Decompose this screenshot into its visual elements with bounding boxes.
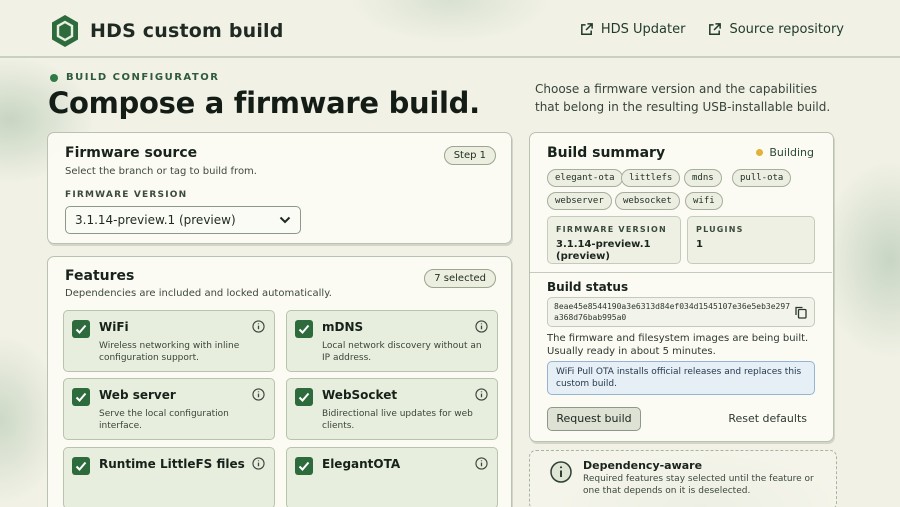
features-card: Features Dependencies are included and l…	[47, 256, 512, 507]
feature-description: Serve the local configuration interface.	[99, 409, 229, 431]
hds-updater-label: HDS Updater	[600, 22, 686, 37]
build-message: The firmware and filesystem images are b…	[547, 333, 809, 357]
firmware-source-subtitle: Select the branch or tag to build from.	[65, 166, 257, 177]
build-hash-value: 8eae45e8544190a3e6313d84ef034d1545107e36…	[554, 302, 791, 322]
page-title: Compose a firmware build.	[48, 86, 480, 120]
feature-elegant-ota[interactable]: ElegantOTA	[286, 447, 498, 507]
info-icon[interactable]	[475, 457, 488, 470]
feature-checkbox[interactable]	[295, 457, 313, 475]
build-summary-card: Build summary Building elegant-ota littl…	[529, 132, 834, 442]
feature-websocket[interactable]: WebSocket Bidirectional live updates for…	[286, 378, 498, 440]
feature-checkbox[interactable]	[295, 388, 313, 406]
feature-runtime-littlefs[interactable]: Runtime LittleFS files	[63, 447, 275, 507]
plugins-stat-value: 1	[696, 239, 703, 250]
features-title: Features	[65, 268, 135, 284]
info-icon[interactable]	[475, 320, 488, 333]
copy-icon[interactable]	[795, 306, 807, 319]
feature-name: ElegantOTA	[322, 457, 401, 471]
feature-checkbox[interactable]	[295, 320, 313, 338]
checkmark-icon	[298, 392, 310, 402]
external-link-icon	[580, 23, 593, 35]
feature-web-server[interactable]: Web server Serve the local configuration…	[63, 378, 275, 440]
eyebrow-label: BUILD CONFIGURATOR	[66, 72, 220, 83]
info-icon[interactable]	[252, 457, 265, 470]
feature-name: mDNS	[322, 320, 364, 334]
checkmark-icon	[298, 461, 310, 471]
app-title: HDS custom build	[90, 20, 284, 42]
feature-checkbox[interactable]	[72, 457, 90, 475]
firmware-version-select[interactable]: 3.1.14-preview.1 (preview)	[65, 206, 301, 234]
plugin-chip: mdns	[684, 169, 722, 187]
firmware-version-label: FIRMWARE VERSION	[65, 190, 188, 200]
checkmark-icon	[75, 324, 87, 334]
firmware-version-stat-label: FIRMWARE VERSION	[556, 225, 667, 234]
feature-description: Wireless networking with inline configur…	[99, 341, 240, 363]
firmware-version-stat: FIRMWARE VERSION 3.1.14-preview.1 (previ…	[547, 216, 681, 264]
source-repository-link[interactable]: Source repository	[707, 22, 844, 37]
page-description: Choose a firmware version and the capabi…	[535, 82, 831, 114]
dependency-title: Dependency-aware	[583, 459, 703, 472]
info-icon[interactable]	[252, 320, 265, 333]
firmware-version-stat-value: 3.1.14-preview.1 (preview)	[556, 239, 651, 262]
build-state: Building	[756, 146, 814, 159]
plugin-chip: websocket	[615, 192, 680, 210]
step-badge: Step 1	[443, 146, 496, 165]
feature-name: WiFi	[99, 320, 129, 334]
reset-defaults-button[interactable]: Reset defaults	[728, 412, 807, 425]
build-summary-title: Build summary	[547, 145, 666, 161]
chevron-down-icon	[279, 216, 291, 224]
feature-checkbox[interactable]	[72, 320, 90, 338]
feature-name: WebSocket	[322, 388, 398, 402]
feature-name: Web server	[99, 388, 176, 402]
selected-count-badge: 7 selected	[424, 269, 496, 288]
features-subtitle: Dependencies are included and locked aut…	[65, 288, 332, 299]
info-icon[interactable]	[475, 388, 488, 401]
build-hash: 8eae45e8544190a3e6313d84ef034d1545107e36…	[547, 297, 815, 327]
plugin-chip: pull-ota	[732, 169, 792, 187]
firmware-source-title: Firmware source	[65, 145, 198, 161]
page: HDS custom build HDS Updater Source repo…	[0, 0, 900, 507]
plugins-stat: PLUGINS 1	[687, 216, 815, 264]
dependency-description: Required features stay selected until th…	[583, 474, 814, 496]
source-repository-label: Source repository	[729, 22, 844, 37]
eyebrow: BUILD CONFIGURATOR	[50, 72, 219, 83]
plugin-chip: elegant-ota	[547, 169, 623, 187]
plugins-stat-label: PLUGINS	[696, 225, 744, 234]
feature-description: Bidirectional live updates for web clien…	[322, 409, 473, 431]
ota-note: WiFi Pull OTA installs official releases…	[547, 361, 815, 395]
eyebrow-dot-icon	[50, 73, 58, 82]
hexagon-logo-icon	[52, 15, 78, 47]
feature-mdns[interactable]: mDNS Local network discovery without an …	[286, 310, 498, 372]
checkmark-icon	[75, 461, 87, 471]
dependency-aware-note: Dependency-aware Required features stay …	[529, 450, 837, 507]
firmware-source-card: Firmware source Select the branch or tag…	[47, 132, 512, 244]
plugin-chip: wifi	[685, 192, 723, 210]
checkmark-icon	[75, 392, 87, 402]
feature-name: Runtime LittleFS files	[99, 457, 245, 471]
status-dot-icon	[756, 149, 764, 156]
feature-description: Local network discovery without an IP ad…	[322, 341, 482, 363]
plugin-chip: littlefs	[621, 169, 681, 187]
brand[interactable]: HDS custom build	[50, 14, 284, 48]
feature-checkbox[interactable]	[72, 388, 90, 406]
checkmark-icon	[298, 324, 310, 334]
feature-wifi[interactable]: WiFi Wireless networking with inline con…	[63, 310, 275, 372]
hds-updater-link[interactable]: HDS Updater	[579, 22, 686, 37]
firmware-version-value: 3.1.14-preview.1 (preview)	[75, 213, 236, 227]
build-status-title: Build status	[547, 280, 629, 294]
info-icon[interactable]	[252, 388, 265, 401]
plugin-chip: webserver	[547, 192, 612, 210]
build-state-label: Building	[769, 146, 814, 159]
info-icon	[550, 461, 572, 483]
divider	[530, 272, 832, 273]
external-link-icon	[709, 23, 722, 35]
top-bar: HDS custom build HDS Updater Source repo…	[0, 0, 900, 58]
request-build-button[interactable]: Request build	[547, 407, 641, 431]
